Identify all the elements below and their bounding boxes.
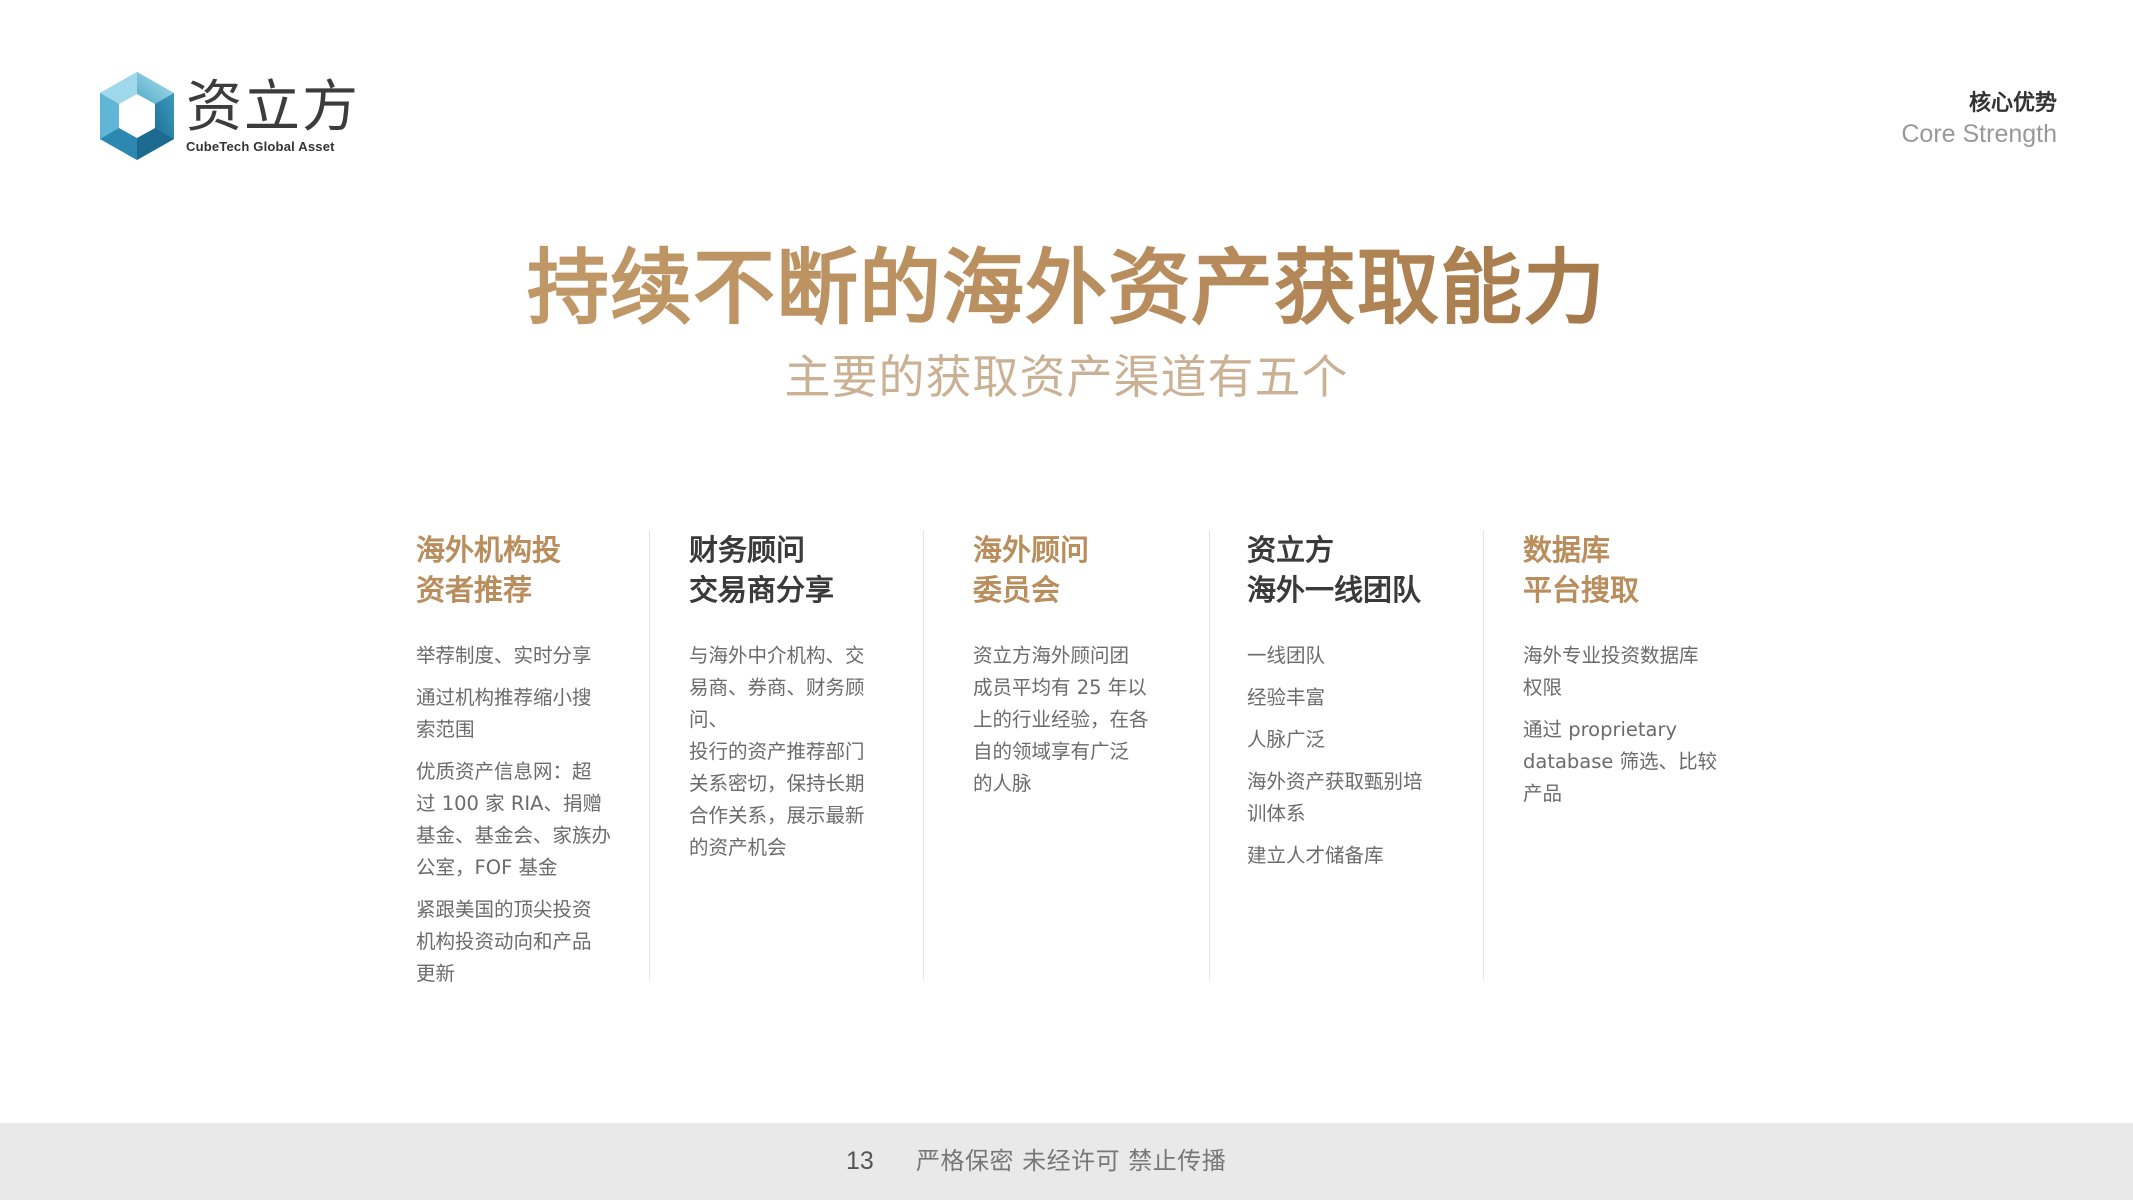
logo-name-cn: 资立方 [186, 74, 360, 140]
column-title: 数据库 平台搜取 [1523, 533, 1640, 607]
confidential-notice: 严格保密 未经许可 禁止传播 [916, 1147, 1227, 1175]
column-item: 海外专业投资数据库 权限 [1523, 644, 1699, 699]
column-item: 举荐制度、实时分享 [416, 644, 592, 667]
section-label: 核心优势 Core Strength [1901, 90, 2057, 150]
company-logo: 资立方 CubeTech Global Asset [96, 70, 360, 162]
slide: 资立方 CubeTech Global Asset 核心优势 Core Stre… [0, 0, 2133, 1200]
column-item: 与海外中介机构、交 易商、券商、财务顾问、 投行的资产推荐部门 关系密切，保持长… [689, 644, 865, 859]
column-item: 建立人才储备库 [1247, 844, 1384, 867]
column-divider [923, 530, 924, 980]
channel-column-advisors: 财务顾问 交易商分享 与海外中介机构、交 易商、券商、财务顾问、 投行的资产推荐… [689, 530, 899, 874]
channel-column-committee: 海外顾问 委员会 资立方海外顾问团 成员平均有 25 年以 上的行业经验，在各 … [973, 530, 1183, 810]
channel-columns: 海外机构投 资者推荐 举荐制度、实时分享 通过机构推荐缩小搜 索范围 优质资产信… [0, 530, 2133, 985]
column-title: 财务顾问 交易商分享 [689, 533, 835, 607]
column-item: 通过机构推荐缩小搜 索范围 [416, 686, 592, 741]
column-item: 紧跟美国的顶尖投资 机构投资动向和产品 更新 [416, 898, 592, 985]
column-title: 海外顾问 委员会 [973, 533, 1090, 607]
column-item: 资立方海外顾问团 成员平均有 25 年以 上的行业经验，在各 自的领域享有广泛 … [973, 644, 1149, 795]
column-divider [649, 530, 650, 980]
page-subtitle: 主要的获取资产渠道有五个 [784, 350, 1349, 404]
column-item: 海外资产获取甄别培 训体系 [1247, 770, 1423, 825]
column-divider [1483, 530, 1484, 980]
column-item: 通过 proprietary database 筛选、比较 产品 [1523, 718, 1718, 805]
channel-column-team: 资立方 海外一线团队 一线团队 经验丰富 人脉广泛 海外资产获取甄别培 训体系 … [1247, 530, 1457, 882]
hexagon-cube-logo-icon [100, 72, 174, 160]
channel-column-database: 数据库 平台搜取 海外专业投资数据库 权限 通过 proprietary dat… [1523, 530, 1733, 820]
footer-bar: 13 严格保密 未经许可 禁止传播 [0, 1123, 2133, 1200]
column-item: 优质资产信息网：超 过 100 家 RIA、捐赠 基金、基金会、家族办 公室，F… [416, 760, 612, 879]
column-divider [1209, 530, 1210, 980]
page-title: 持续不断的海外资产获取能力 [0, 238, 2133, 338]
column-title: 资立方 海外一线团队 [1247, 533, 1422, 607]
page-number: 13 [846, 1147, 874, 1175]
section-title-cn: 核心优势 [1968, 91, 2057, 116]
section-title-en: Core Strength [1901, 120, 2057, 148]
column-item: 人脉广泛 [1247, 728, 1326, 751]
column-title: 海外机构投 资者推荐 [416, 533, 562, 607]
column-item: 一线团队 [1247, 644, 1326, 667]
column-item: 经验丰富 [1247, 686, 1326, 709]
channel-column-institutional: 海外机构投 资者推荐 举荐制度、实时分享 通过机构推荐缩小搜 索范围 优质资产信… [416, 530, 626, 1000]
logo-name-en: CubeTech Global Asset [186, 138, 335, 154]
